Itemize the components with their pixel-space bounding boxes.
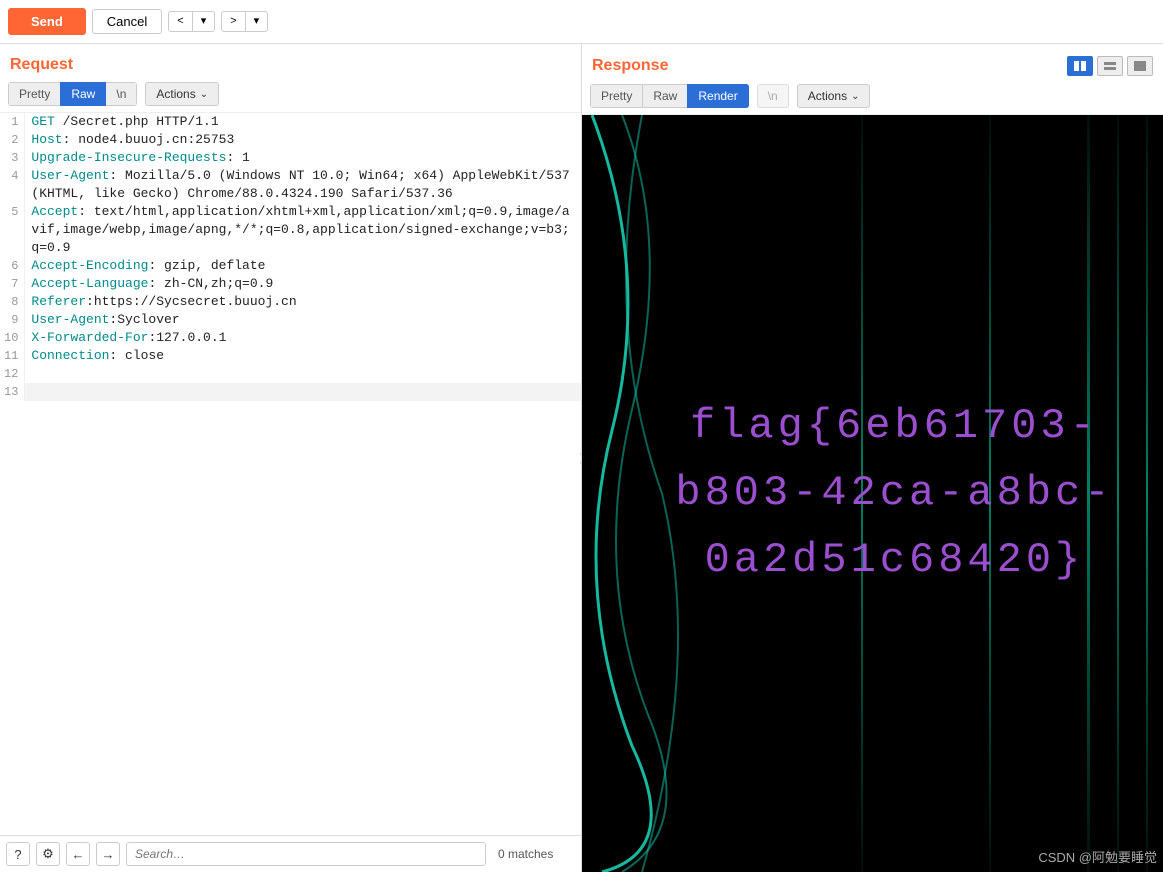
line-content[interactable] (25, 365, 581, 383)
line-number: 6 (0, 257, 25, 275)
chevron-down-icon: ⌄ (851, 91, 859, 102)
line-number: 1 (0, 113, 25, 131)
request-tab-pretty[interactable]: Pretty (8, 82, 61, 106)
response-pane: ⋮⋮ Response Pretty Raw Render \n Actions… (582, 44, 1163, 872)
editor-line[interactable]: 11Connection: close (0, 347, 581, 365)
search-next-button[interactable]: → (96, 842, 120, 866)
history-back-group: < ▾ (168, 11, 215, 32)
editor-line[interactable]: 7Accept-Language: zh-CN,zh;q=0.9 (0, 275, 581, 293)
editor-line[interactable]: 8Referer:https://Sycsecret.buuoj.cn (0, 293, 581, 311)
flag-text: flag{6eb61703- b803-42ca-a8bc- 0a2d51c68… (675, 393, 1113, 595)
request-editor[interactable]: 1GET /Secret.php HTTP/1.12Host: node4.bu… (0, 112, 581, 835)
chevron-down-icon: ▾ (254, 16, 260, 27)
line-number: 13 (0, 383, 25, 401)
send-button[interactable]: Send (8, 8, 86, 35)
line-content[interactable]: User-Agent: Mozilla/5.0 (Windows NT 10.0… (25, 167, 581, 203)
response-tabrow: Pretty Raw Render \n Actions ⌄ (582, 84, 1163, 114)
history-back-menu-button[interactable]: ▾ (192, 11, 216, 32)
layout-single-button[interactable] (1127, 56, 1153, 76)
response-header: Response (582, 44, 1163, 84)
editor-line[interactable]: 6Accept-Encoding: gzip, deflate (0, 257, 581, 275)
request-actions-button[interactable]: Actions ⌄ (145, 82, 219, 106)
line-content[interactable]: User-Agent:Syclover (25, 311, 581, 329)
layout-columns-button[interactable] (1067, 56, 1093, 76)
history-forward-menu-button[interactable]: ▾ (245, 11, 269, 32)
response-actions-button[interactable]: Actions ⌄ (797, 84, 871, 108)
main-split: Request Pretty Raw \n Actions ⌄ 1GET /Se… (0, 43, 1163, 872)
chevron-left-icon: < (177, 16, 183, 27)
response-tab-raw[interactable]: Raw (642, 84, 688, 108)
line-content[interactable]: Referer:https://Sycsecret.buuoj.cn (25, 293, 581, 311)
history-forward-button[interactable]: > (221, 11, 245, 32)
gear-icon: ⚙ (42, 846, 54, 862)
request-tabrow: Pretty Raw \n Actions ⌄ (0, 82, 581, 112)
help-icon: ? (14, 847, 21, 862)
chevron-right-icon: > (230, 16, 236, 27)
search-prev-button[interactable]: ← (66, 842, 90, 866)
request-tab-raw[interactable]: Raw (60, 82, 106, 106)
line-content[interactable]: Connection: close (25, 347, 581, 365)
line-number: 8 (0, 293, 25, 311)
editor-line[interactable]: 9User-Agent:Syclover (0, 311, 581, 329)
editor-line[interactable]: 10X-Forwarded-For:127.0.0.1 (0, 329, 581, 347)
help-button[interactable]: ? (6, 842, 30, 866)
request-title: Request (10, 56, 73, 74)
editor-line[interactable]: 1GET /Secret.php HTTP/1.1 (0, 113, 581, 131)
line-number: 3 (0, 149, 25, 167)
line-number: 10 (0, 329, 25, 347)
response-tab-pretty[interactable]: Pretty (590, 84, 643, 108)
layout-toggle-group (1067, 56, 1153, 76)
editor-line[interactable]: 5Accept: text/html,application/xhtml+xml… (0, 203, 581, 257)
line-number: 4 (0, 167, 25, 203)
line-number: 9 (0, 311, 25, 329)
editor-line[interactable]: 2Host: node4.buuoj.cn:25753 (0, 131, 581, 149)
line-content[interactable]: X-Forwarded-For:127.0.0.1 (25, 329, 581, 347)
response-newline-toggle[interactable]: \n (757, 84, 789, 108)
line-number: 5 (0, 203, 25, 257)
request-pane: Request Pretty Raw \n Actions ⌄ 1GET /Se… (0, 44, 582, 872)
cancel-button[interactable]: Cancel (92, 9, 162, 34)
chevron-down-icon: ▾ (201, 16, 207, 27)
line-content[interactable]: Accept: text/html,application/xhtml+xml,… (25, 203, 581, 257)
line-content[interactable]: GET /Secret.php HTTP/1.1 (25, 113, 581, 131)
layout-rows-button[interactable] (1097, 56, 1123, 76)
settings-button[interactable]: ⚙ (36, 842, 60, 866)
line-number: 2 (0, 131, 25, 149)
history-back-button[interactable]: < (168, 11, 192, 32)
request-view-segment: Pretty Raw \n (8, 82, 137, 106)
decorative-line (1117, 115, 1119, 872)
editor-line[interactable]: 13 (0, 383, 581, 401)
line-number: 7 (0, 275, 25, 293)
history-forward-group: > ▾ (221, 11, 268, 32)
request-bottombar: ? ⚙ ← → 0 matches (0, 835, 581, 872)
editor-line[interactable]: 12 (0, 365, 581, 383)
line-number: 11 (0, 347, 25, 365)
arrow-right-icon: → (102, 847, 115, 862)
response-render-viewport[interactable]: flag{6eb61703- b803-42ca-a8bc- 0a2d51c68… (582, 114, 1163, 872)
arrow-left-icon: ← (72, 847, 85, 862)
line-content[interactable] (25, 383, 581, 401)
line-number: 12 (0, 365, 25, 383)
search-matches-label: 0 matches (492, 847, 553, 861)
response-view-segment: Pretty Raw Render (590, 84, 749, 108)
search-input[interactable] (126, 842, 486, 866)
request-tab-newline[interactable]: \n (105, 82, 137, 106)
top-toolbar: Send Cancel < ▾ > ▾ (0, 0, 1163, 43)
response-tab-render[interactable]: Render (687, 84, 748, 108)
editor-line[interactable]: 4User-Agent: Mozilla/5.0 (Windows NT 10.… (0, 167, 581, 203)
chevron-down-icon: ⌄ (200, 89, 208, 100)
editor-line[interactable]: 3Upgrade-Insecure-Requests: 1 (0, 149, 581, 167)
actions-label: Actions (156, 87, 195, 101)
line-content[interactable]: Accept-Language: zh-CN,zh;q=0.9 (25, 275, 581, 293)
response-title: Response (592, 57, 668, 75)
request-header: Request (0, 44, 581, 82)
actions-label: Actions (808, 89, 847, 103)
watermark: CSDN @阿勉要睡觉 (1038, 847, 1157, 866)
decorative-line (1146, 115, 1148, 872)
line-content[interactable]: Host: node4.buuoj.cn:25753 (25, 131, 581, 149)
line-content[interactable]: Accept-Encoding: gzip, deflate (25, 257, 581, 275)
line-content[interactable]: Upgrade-Insecure-Requests: 1 (25, 149, 581, 167)
